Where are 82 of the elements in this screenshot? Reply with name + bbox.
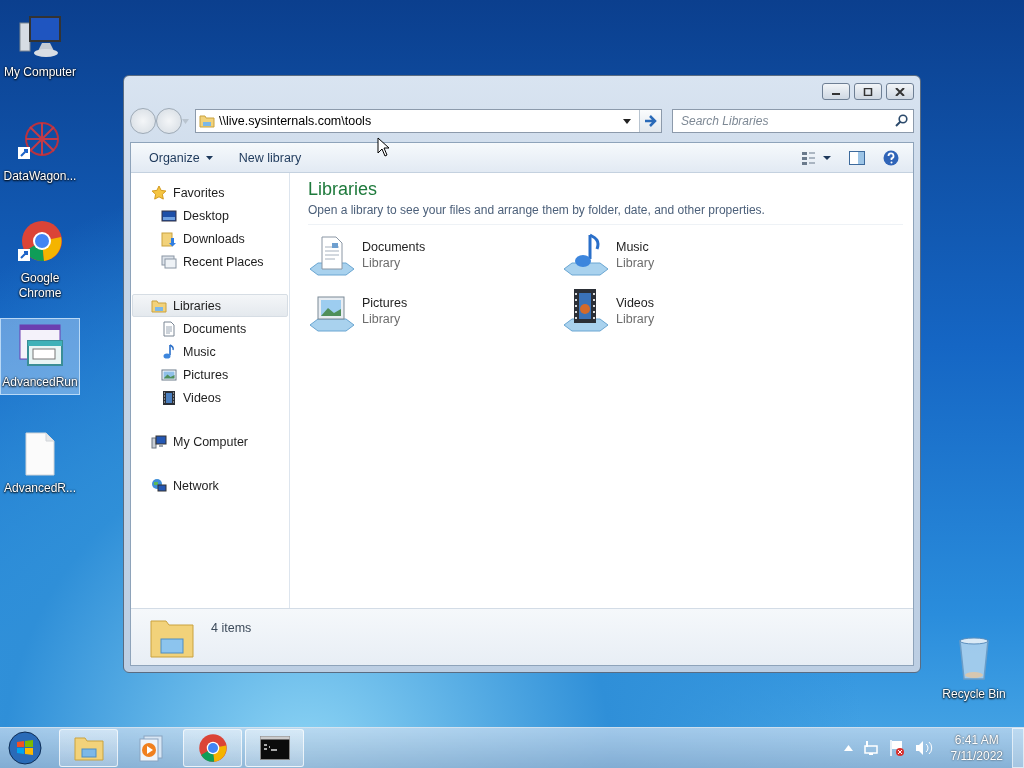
library-description: Open a library to see your files and arrange them by folder, date, and other properties.: [308, 203, 766, 217]
close-icon: [895, 87, 905, 96]
nav-label: Pictures: [183, 367, 229, 382]
desktop-shortcut[interactable]: DataWagon...: [0, 112, 80, 189]
nav-label: Music: [183, 344, 216, 359]
library-type: Library: [616, 256, 655, 270]
library-item[interactable]: Music Library: [562, 231, 816, 279]
nav-label: Libraries: [173, 298, 221, 313]
library-item[interactable]: Documents Library: [308, 231, 562, 279]
speaker-icon[interactable]: [914, 740, 933, 756]
picture-icon: [161, 366, 177, 383]
document-icon: [161, 320, 177, 337]
nav-item[interactable]: Music: [132, 340, 288, 363]
library-folder-icon: [151, 297, 167, 314]
folder-icon: [72, 734, 105, 762]
maximize-button[interactable]: [854, 83, 882, 100]
arrow-right-icon: [643, 115, 658, 127]
nav-label: Videos: [183, 390, 221, 405]
clock-time: 6:41 AM: [954, 732, 999, 748]
library-name: Videos: [616, 296, 655, 310]
nav-item[interactable]: My Computer: [132, 430, 288, 453]
nav-item[interactable]: Videos: [132, 386, 288, 409]
nav-item[interactable]: Favorites: [132, 181, 288, 204]
recent-places-icon: [161, 253, 177, 270]
nav-label: Downloads: [183, 231, 245, 246]
go-button[interactable]: [639, 110, 661, 132]
toolbar-button[interactable]: Organize: [139, 146, 223, 169]
list-view-icon: [801, 150, 831, 165]
nav-label: My Computer: [173, 434, 249, 449]
music-note-icon: [161, 343, 177, 360]
library-item[interactable]: Videos Library: [562, 287, 816, 335]
library-type: Library: [362, 312, 402, 326]
address-bar[interactable]: \\live.sysinternals.com\tools: [195, 109, 662, 133]
library-type: Library: [362, 256, 402, 270]
network-status-icon[interactable]: [862, 740, 879, 756]
maximize-icon: [863, 87, 873, 96]
network-icon: [151, 477, 167, 494]
desktop-shortcut[interactable]: Google Chrome: [0, 214, 80, 306]
nav-item[interactable]: Downloads: [132, 227, 288, 250]
nav-label: Documents: [183, 321, 247, 336]
nav-item[interactable]: Network: [132, 474, 288, 497]
nav-item[interactable]: Libraries: [132, 294, 288, 317]
flag-alert-icon[interactable]: [888, 739, 905, 757]
help-icon: [883, 149, 899, 166]
nav-item[interactable]: Pictures: [132, 363, 288, 386]
nav-label: Recent Places: [183, 254, 264, 269]
windows-logo-icon: [8, 731, 42, 765]
video-library-icon: [562, 287, 610, 335]
monitor-icon: [161, 207, 177, 224]
nav-item[interactable]: Documents: [132, 317, 288, 340]
chrome-icon: [197, 733, 228, 763]
folder-download-icon: [161, 230, 177, 247]
film-strip-icon: [161, 389, 177, 406]
clock-date: 7/11/2022: [950, 748, 1003, 764]
nav-label: Network: [173, 478, 219, 493]
desktop-shortcut[interactable]: AdvancedR...: [0, 424, 80, 501]
computer-icon: [151, 433, 167, 450]
library-name: Documents: [362, 240, 426, 254]
media-player-icon: [137, 734, 164, 762]
music-library-icon: [562, 231, 610, 279]
library-type: Library: [616, 312, 655, 326]
nav-label: Desktop: [183, 208, 229, 223]
search-field[interactable]: Search Libraries: [672, 109, 914, 133]
taskbar-button[interactable]: [245, 729, 304, 767]
desktop-shortcut[interactable]: My Computer: [0, 8, 80, 85]
star-icon: [151, 184, 167, 201]
library-item[interactable]: Pictures Library: [308, 287, 562, 335]
nav-label: Favorites: [173, 185, 225, 200]
library-heading: Libraries: [308, 179, 379, 200]
minimize-button[interactable]: [822, 83, 850, 100]
nav-item[interactable]: Desktop: [132, 204, 288, 227]
nav-item[interactable]: Recent Places: [132, 250, 288, 273]
library-name: Music: [616, 240, 650, 254]
library-folder-icon: [199, 113, 215, 129]
terminal-icon: [259, 736, 290, 760]
item-count: 4 items: [211, 621, 252, 635]
search-icon: [895, 114, 908, 127]
dropdown-icon[interactable]: [623, 118, 631, 124]
library-name: Pictures: [362, 296, 408, 310]
close-button[interactable]: [886, 83, 914, 100]
preview-pane-icon: [849, 150, 865, 165]
toolbar-button[interactable]: New library: [228, 146, 312, 169]
